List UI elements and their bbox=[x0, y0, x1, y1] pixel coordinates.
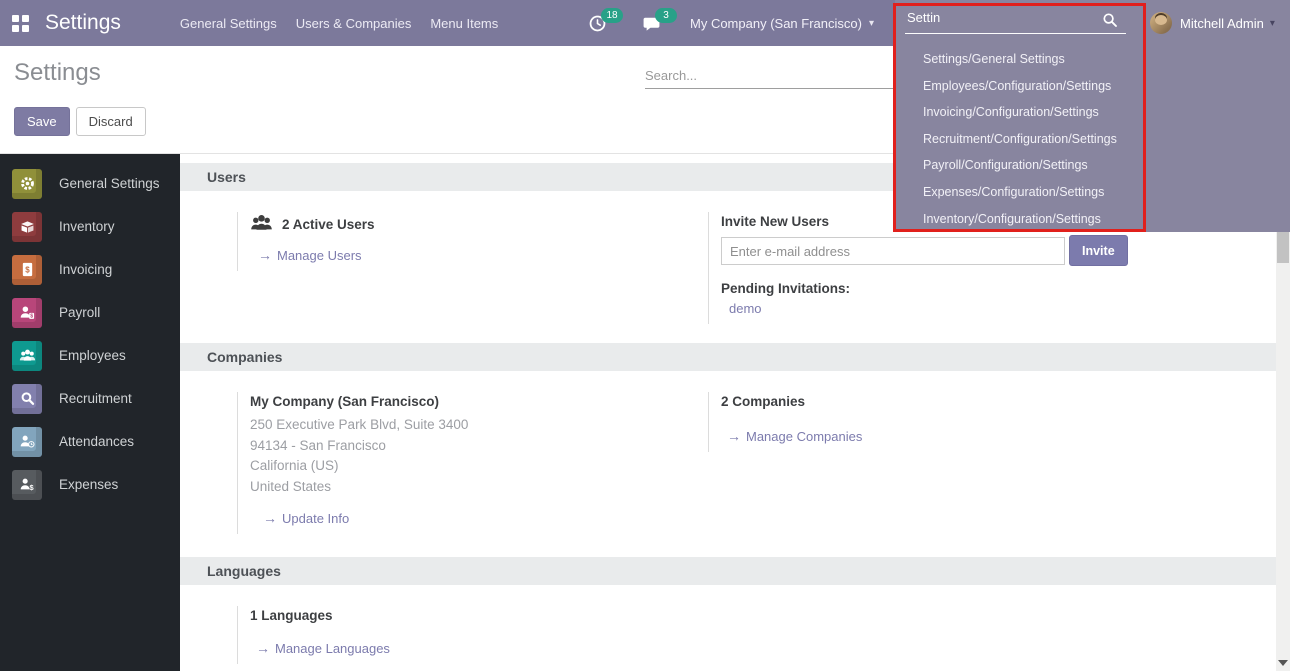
update-info-label: Update Info bbox=[282, 511, 349, 526]
menu-search-input[interactable]: Settin bbox=[905, 2, 1126, 34]
manage-languages-label: Manage Languages bbox=[275, 641, 390, 656]
sidebar-item-general-settings[interactable]: General Settings bbox=[0, 162, 180, 205]
search-result-item[interactable]: Settings/General Settings bbox=[895, 46, 1147, 73]
svg-text:$: $ bbox=[25, 265, 30, 274]
invoice-icon: $ bbox=[12, 255, 42, 285]
systray: 18 3 My Company (San Francisco) ▾ bbox=[588, 0, 874, 46]
manage-companies-link[interactable]: → Manage Companies bbox=[727, 428, 862, 444]
attendance-icon bbox=[12, 427, 42, 457]
search-result-item[interactable]: Inventory/Configuration/Settings bbox=[895, 206, 1147, 233]
navbar-menu: General Settings Users & Companies Menu … bbox=[180, 12, 498, 35]
address-line: 250 Executive Park Blvd, Suite 3400 bbox=[250, 415, 687, 436]
invite-button[interactable]: Invite bbox=[1069, 235, 1128, 266]
sidebar-item-label: Recruitment bbox=[59, 391, 132, 406]
user-menu[interactable]: Mitchell Admin ▾ bbox=[1150, 0, 1275, 46]
menu-search-query: Settin bbox=[905, 10, 940, 25]
menu-menu-items[interactable]: Menu Items bbox=[430, 12, 498, 35]
arrow-right-icon: → bbox=[258, 247, 272, 263]
companies-count: 2 Companies bbox=[721, 394, 1228, 409]
sidebar-item-label: Inventory bbox=[59, 219, 115, 234]
languages-block: 1 Languages → Manage Languages bbox=[237, 606, 687, 664]
svg-text:$: $ bbox=[30, 314, 33, 320]
sidebar-item-label: Attendances bbox=[59, 434, 134, 449]
scrollbar-thumb[interactable] bbox=[1277, 232, 1289, 263]
content-search-placeholder: Search... bbox=[645, 68, 697, 83]
sidebar-item-payroll[interactable]: $ Payroll bbox=[0, 291, 180, 334]
users-group-icon bbox=[250, 214, 273, 234]
message-count-badge: 3 bbox=[655, 8, 677, 23]
employees-icon bbox=[12, 341, 42, 371]
messages-icon[interactable]: 3 bbox=[642, 0, 676, 46]
invite-email-field[interactable] bbox=[721, 237, 1065, 265]
sidebar-item-employees[interactable]: Employees bbox=[0, 334, 180, 377]
company-name: My Company (San Francisco) bbox=[250, 394, 687, 409]
payroll-icon: $ bbox=[12, 298, 42, 328]
sidebar-item-label: Employees bbox=[59, 348, 126, 363]
sidebar-item-label: General Settings bbox=[59, 176, 160, 191]
section-title: Companies bbox=[207, 349, 282, 365]
apps-grid-icon[interactable] bbox=[12, 15, 29, 32]
companies-count-block: 2 Companies → Manage Companies bbox=[708, 392, 1228, 452]
active-users-count: 2 Active Users bbox=[282, 217, 375, 232]
pending-invitations-label: Pending Invitations: bbox=[721, 281, 1228, 296]
arrow-right-icon: → bbox=[727, 428, 741, 444]
company-info-block: My Company (San Francisco) 250 Executive… bbox=[237, 392, 687, 534]
activity-clock-icon[interactable]: 18 bbox=[588, 0, 622, 46]
languages-count: 1 Languages bbox=[250, 608, 687, 623]
manage-languages-link[interactable]: → Manage Languages bbox=[256, 640, 390, 656]
manage-companies-label: Manage Companies bbox=[746, 429, 862, 444]
search-result-item[interactable]: Employees/Configuration/Settings bbox=[895, 73, 1147, 100]
sidebar-item-expenses[interactable]: $ Expenses bbox=[0, 463, 180, 506]
settings-sidebar: General Settings Inventory $ Invoicing bbox=[0, 154, 180, 671]
search-result-item[interactable]: Recruitment/Configuration/Settings bbox=[895, 126, 1147, 153]
manage-users-link[interactable]: → Manage Users bbox=[258, 247, 362, 263]
address-line: California (US) bbox=[250, 456, 687, 477]
gear-icon bbox=[12, 169, 42, 199]
section-header-languages: Languages bbox=[180, 557, 1276, 585]
address-line: United States bbox=[250, 477, 687, 498]
sidebar-item-inventory[interactable]: Inventory bbox=[0, 205, 180, 248]
search-result-item[interactable]: Payroll/Configuration/Settings bbox=[895, 152, 1147, 179]
user-name: Mitchell Admin bbox=[1180, 16, 1264, 31]
address-line: 94134 - San Francisco bbox=[250, 436, 687, 457]
save-button[interactable]: Save bbox=[14, 107, 70, 136]
activity-count-badge: 18 bbox=[601, 8, 623, 23]
discard-button[interactable]: Discard bbox=[76, 107, 146, 136]
company-switcher-label: My Company (San Francisco) bbox=[690, 16, 862, 31]
avatar bbox=[1150, 12, 1172, 34]
section-title: Languages bbox=[207, 563, 281, 579]
section-header-companies: Companies bbox=[180, 343, 1276, 371]
magnifier-icon bbox=[12, 384, 42, 414]
menu-users-companies[interactable]: Users & Companies bbox=[296, 12, 412, 35]
search-icon[interactable] bbox=[1102, 12, 1118, 28]
sidebar-item-label: Expenses bbox=[59, 477, 118, 492]
update-info-link[interactable]: → Update Info bbox=[263, 510, 349, 526]
sidebar-item-invoicing[interactable]: $ Invoicing bbox=[0, 248, 180, 291]
search-result-list: Settings/General Settings Employees/Conf… bbox=[895, 46, 1147, 232]
expense-icon: $ bbox=[12, 470, 42, 500]
box-icon bbox=[12, 212, 42, 242]
sidebar-item-label: Invoicing bbox=[59, 262, 112, 277]
section-title: Users bbox=[207, 169, 246, 185]
arrow-right-icon: → bbox=[256, 640, 270, 656]
chevron-down-icon: ▾ bbox=[1270, 18, 1275, 29]
sidebar-item-attendances[interactable]: Attendances bbox=[0, 420, 180, 463]
search-result-item[interactable]: Invoicing/Configuration/Settings bbox=[895, 99, 1147, 126]
menu-general-settings[interactable]: General Settings bbox=[180, 12, 277, 35]
manage-users-label: Manage Users bbox=[277, 248, 362, 263]
page-title: Settings bbox=[14, 59, 101, 87]
chevron-down-icon: ▾ bbox=[869, 18, 874, 29]
pending-user-name: demo bbox=[729, 301, 762, 316]
arrow-right-icon: → bbox=[263, 510, 277, 526]
sidebar-item-label: Payroll bbox=[59, 305, 100, 320]
active-users-block: 2 Active Users → Manage Users bbox=[237, 212, 687, 271]
sidebar-item-recruitment[interactable]: Recruitment bbox=[0, 377, 180, 420]
pending-user-link[interactable]: demo bbox=[729, 301, 762, 316]
search-result-item[interactable]: Expenses/Configuration/Settings bbox=[895, 179, 1147, 206]
company-switcher[interactable]: My Company (San Francisco) ▾ bbox=[690, 16, 874, 31]
app-title: Settings bbox=[45, 11, 121, 35]
svg-text:$: $ bbox=[29, 483, 34, 492]
scrollbar-down-arrow[interactable] bbox=[1278, 660, 1288, 666]
